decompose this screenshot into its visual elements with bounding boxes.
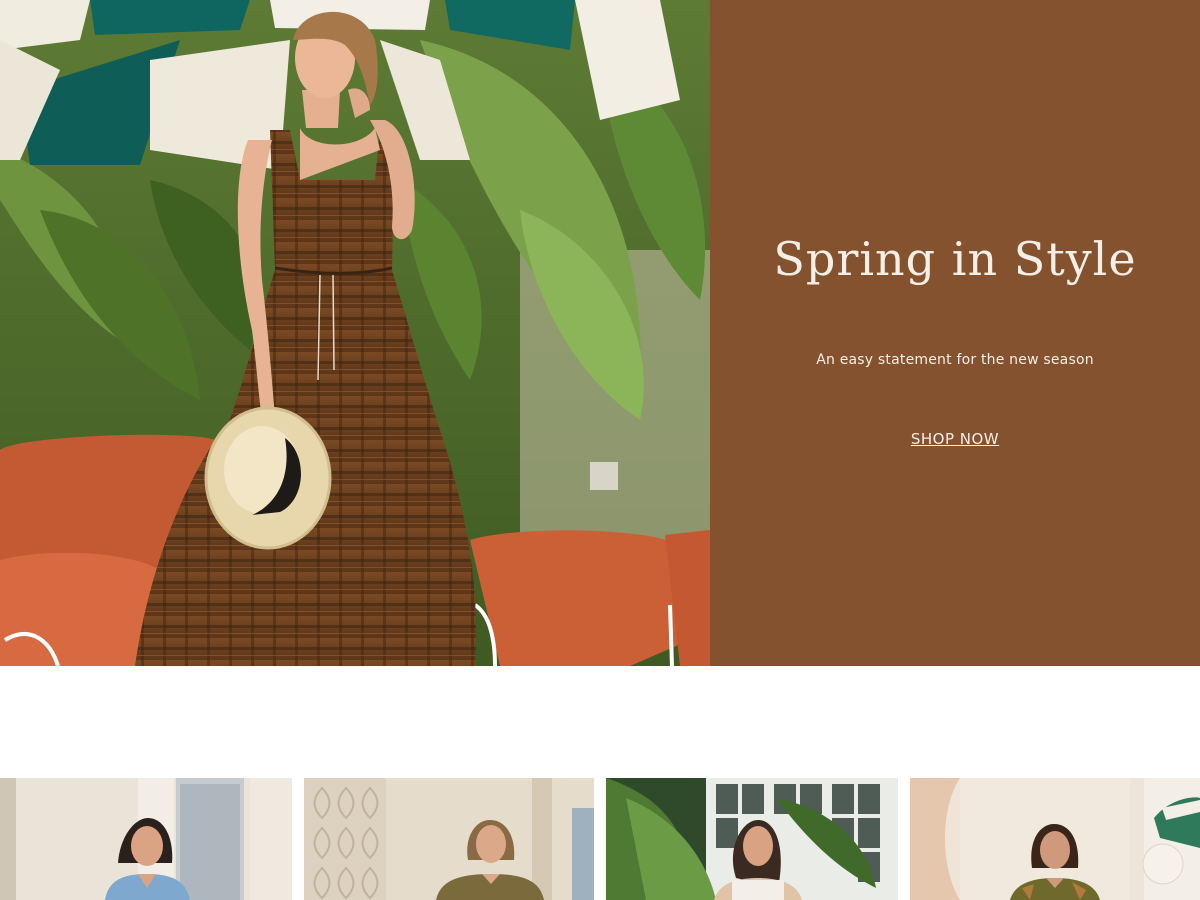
product-tile[interactable] — [0, 778, 292, 900]
product-image-1 — [0, 778, 292, 900]
product-image-4 — [910, 778, 1200, 900]
hero-photo-illustration — [0, 0, 710, 666]
product-tile[interactable] — [606, 778, 898, 900]
hero-subtitle: An easy statement for the new season — [816, 352, 1094, 368]
hero-banner: Spring in Style An easy statement for th… — [0, 0, 1200, 666]
hero-text-panel: Spring in Style An easy statement for th… — [710, 0, 1200, 666]
section-spacer — [0, 666, 1200, 778]
hero-image[interactable] — [0, 0, 710, 666]
shop-now-link[interactable]: SHOP NOW — [710, 430, 1200, 448]
product-tiles-row — [0, 778, 1200, 900]
product-tile[interactable] — [910, 778, 1200, 900]
product-tile[interactable] — [304, 778, 594, 900]
product-image-2 — [304, 778, 594, 900]
product-image-3 — [606, 778, 898, 900]
hero-title: Spring in Style — [773, 232, 1137, 286]
